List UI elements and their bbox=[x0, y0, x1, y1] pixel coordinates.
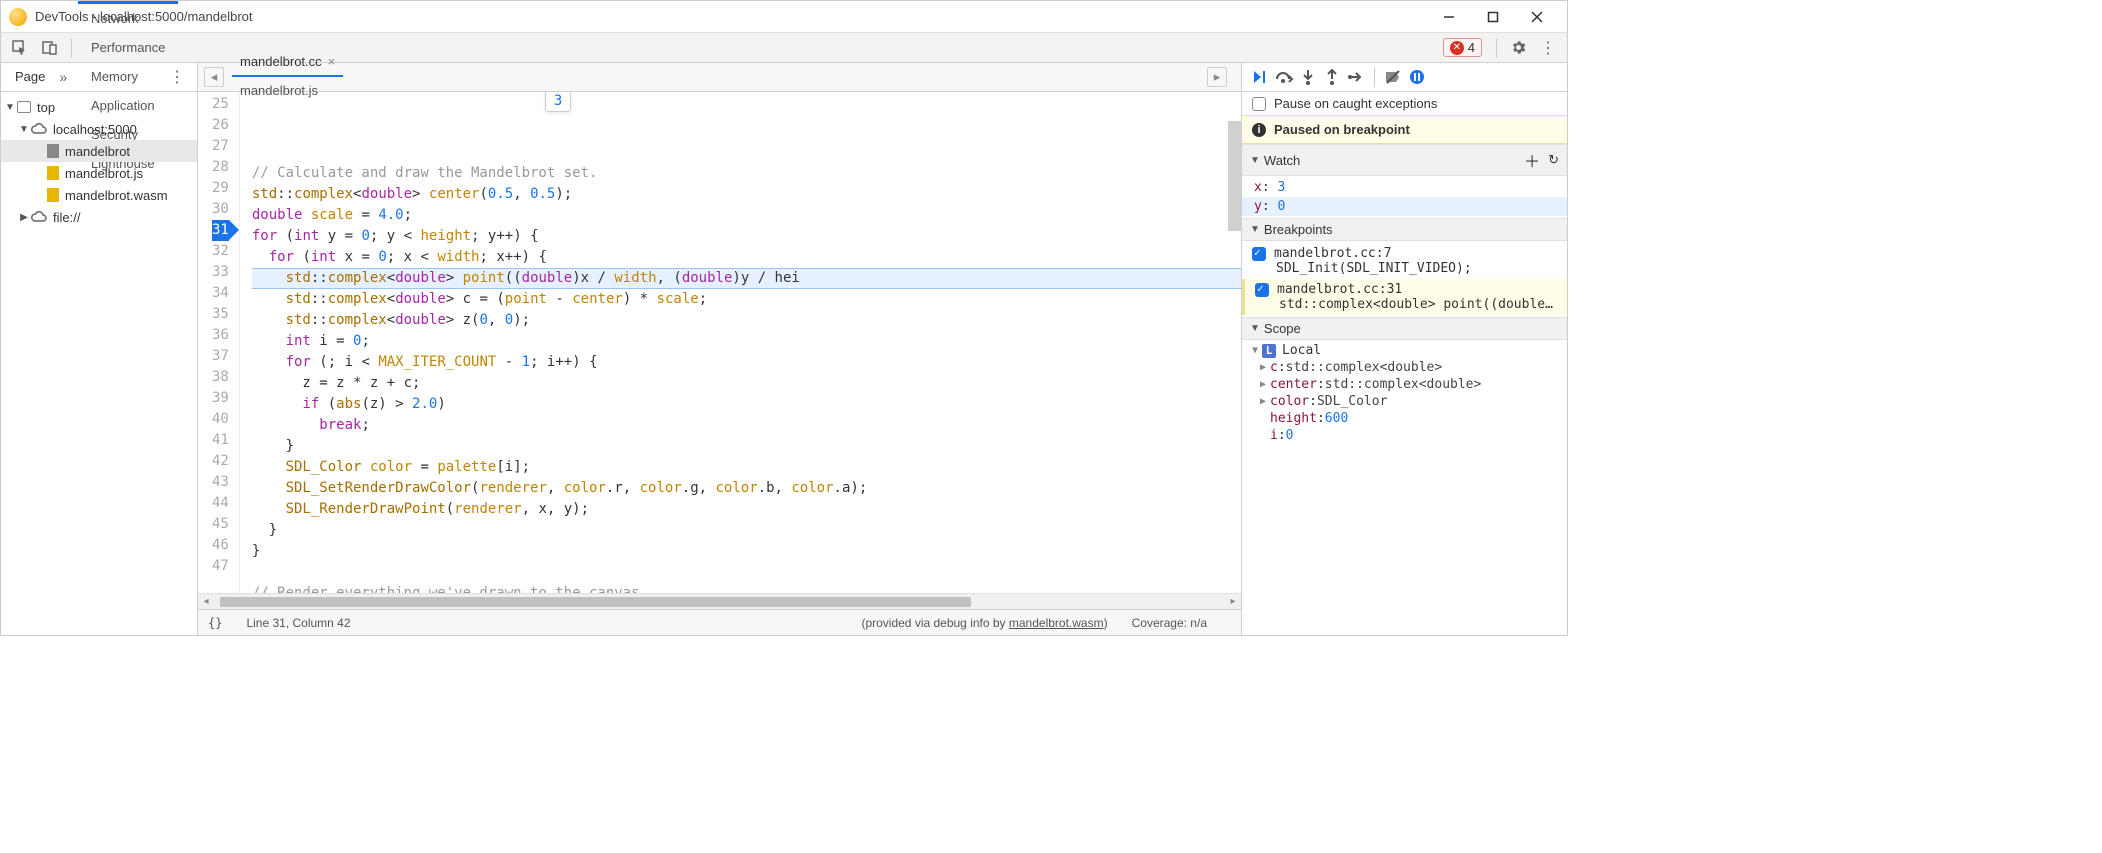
tree-host[interactable]: ▼localhost:5000 bbox=[1, 118, 197, 140]
debug-info-source: (provided via debug info by mandelbrot.w… bbox=[861, 616, 1107, 630]
more-menu-icon[interactable]: ⋮ bbox=[1535, 35, 1561, 61]
scope-var[interactable]: height: 600 bbox=[1242, 410, 1567, 427]
title-bar: DevTools - localhost:5000/mandelbrot bbox=[1, 1, 1567, 33]
breakpoint-item[interactable]: mandelbrot.cc:7SDL_Init(SDL_INIT_VIDEO); bbox=[1242, 243, 1567, 279]
divider bbox=[1496, 38, 1497, 58]
step-into-icon[interactable] bbox=[1296, 65, 1320, 89]
scope-var[interactable]: ▶center: std::complex<double> bbox=[1242, 376, 1567, 393]
pause-caught-option[interactable]: Pause on caught exceptions bbox=[1242, 92, 1567, 115]
nav-fwd-icon[interactable]: ▸ bbox=[1207, 67, 1227, 87]
navigator-tab-page[interactable]: Page bbox=[7, 63, 53, 91]
checkbox-icon[interactable] bbox=[1252, 97, 1266, 111]
error-badge[interactable]: ✕4 bbox=[1443, 38, 1482, 57]
checkbox-icon[interactable] bbox=[1255, 283, 1269, 297]
code-body[interactable]: 3 // Calculate and draw the Mandelbrot s… bbox=[240, 92, 1241, 593]
tree-file-mandelbrot-js[interactable]: mandelbrot.js bbox=[1, 162, 197, 184]
pretty-print-icon[interactable]: {} bbox=[208, 616, 222, 630]
maximize-button[interactable] bbox=[1471, 3, 1515, 31]
debugger-panel: Pause on caught exceptions i Paused on b… bbox=[1241, 63, 1567, 635]
divider bbox=[71, 38, 72, 58]
info-icon: i bbox=[1252, 123, 1266, 137]
line-gutter[interactable]: 2526272829303132333435363738394041424344… bbox=[198, 92, 240, 593]
checkbox-icon[interactable] bbox=[1252, 247, 1266, 261]
horizontal-scrollbar[interactable]: ◂▸ bbox=[198, 593, 1241, 609]
cursor-position: Line 31, Column 42 bbox=[246, 616, 350, 630]
scope-var[interactable]: ▶c: std::complex<double> bbox=[1242, 359, 1567, 376]
js-file-icon bbox=[47, 166, 59, 180]
minimize-button[interactable] bbox=[1427, 3, 1471, 31]
section-breakpoints[interactable]: ▼Breakpoints bbox=[1242, 218, 1567, 241]
refresh-watch-icon[interactable]: ↻ bbox=[1548, 152, 1559, 168]
file-tree: ▼top ▼localhost:5000 mandelbrot mandelbr… bbox=[1, 92, 197, 232]
debug-controls bbox=[1242, 63, 1567, 92]
cloud-icon bbox=[31, 211, 47, 223]
step-out-icon[interactable] bbox=[1320, 65, 1344, 89]
scope-var[interactable]: ▶color: SDL_Color bbox=[1242, 393, 1567, 410]
close-button[interactable] bbox=[1515, 3, 1559, 31]
paused-banner: i Paused on breakpoint bbox=[1242, 115, 1567, 144]
inspect-icon[interactable] bbox=[7, 35, 33, 61]
breakpoint-list: mandelbrot.cc:7SDL_Init(SDL_INIT_VIDEO);… bbox=[1242, 241, 1567, 317]
deactivate-breakpoints-icon[interactable] bbox=[1381, 65, 1405, 89]
settings-gear-icon[interactable] bbox=[1505, 35, 1531, 61]
navigator-tab-bar: Page » ⋮ bbox=[1, 63, 197, 92]
tab-network[interactable]: Network bbox=[78, 4, 178, 33]
code-editor[interactable]: 2526272829303132333435363738394041424344… bbox=[198, 92, 1241, 593]
step-over-icon[interactable] bbox=[1272, 65, 1296, 89]
editor-panel: ◂ mandelbrot.cc×mandelbrot.js ▸ 25262728… bbox=[198, 63, 1241, 635]
tree-file-mandelbrot-wasm[interactable]: mandelbrot.wasm bbox=[1, 184, 197, 206]
tree-file-proto[interactable]: ▶file:// bbox=[1, 206, 197, 228]
navigator-panel: Page » ⋮ ▼top ▼localhost:5000 mandelbrot… bbox=[1, 63, 198, 635]
window-title: DevTools - localhost:5000/mandelbrot bbox=[35, 9, 1427, 24]
wasm-file-icon bbox=[47, 188, 59, 202]
tree-root[interactable]: ▼top bbox=[1, 96, 197, 118]
pause-exceptions-icon[interactable] bbox=[1405, 65, 1429, 89]
step-icon[interactable] bbox=[1344, 65, 1368, 89]
tab-performance[interactable]: Performance bbox=[78, 33, 178, 62]
navigator-more-icon[interactable]: » bbox=[59, 69, 67, 85]
devtools-icon bbox=[9, 8, 27, 26]
close-tab-icon[interactable]: × bbox=[328, 49, 336, 75]
section-watch[interactable]: ▼Watch＋↻ bbox=[1242, 144, 1567, 176]
breakpoint-item[interactable]: mandelbrot.cc:31std::complex<double> poi… bbox=[1242, 279, 1567, 315]
tree-file-mandelbrot[interactable]: mandelbrot bbox=[1, 140, 197, 162]
navigator-menu-icon[interactable]: ⋮ bbox=[163, 67, 191, 87]
editor-tab-bar: ◂ mandelbrot.cc×mandelbrot.js ▸ bbox=[198, 63, 1241, 92]
debug-info-link[interactable]: mandelbrot.wasm bbox=[1009, 616, 1104, 630]
divider bbox=[1374, 67, 1375, 87]
resume-icon[interactable] bbox=[1248, 65, 1272, 89]
scope-var[interactable]: i: 0 bbox=[1242, 427, 1567, 444]
watch-item[interactable]: y: 0 bbox=[1242, 197, 1567, 216]
error-x-icon: ✕ bbox=[1450, 41, 1464, 55]
nav-back-icon[interactable]: ◂ bbox=[204, 67, 224, 87]
coverage-status: Coverage: n/a bbox=[1132, 616, 1207, 630]
folder-icon bbox=[17, 101, 31, 113]
scope-local[interactable]: ▼LLocal bbox=[1242, 342, 1567, 359]
file-icon bbox=[47, 144, 59, 158]
cloud-icon bbox=[31, 123, 47, 135]
watch-list: x: 3y: 0 bbox=[1242, 176, 1567, 218]
device-toggle-icon[interactable] bbox=[37, 35, 63, 61]
editor-status-bar: {} Line 31, Column 42 (provided via debu… bbox=[198, 609, 1241, 635]
vertical-scrollbar[interactable] bbox=[1228, 121, 1241, 231]
editor-tab-mandelbrot-cc[interactable]: mandelbrot.cc× bbox=[232, 49, 343, 77]
hover-value-tooltip: 3 bbox=[545, 92, 571, 112]
section-scope[interactable]: ▼Scope bbox=[1242, 317, 1567, 340]
error-count: 4 bbox=[1468, 40, 1475, 55]
scope-list: ▼LLocal▶c: std::complex<double>▶center: … bbox=[1242, 340, 1567, 446]
add-watch-icon[interactable]: ＋ bbox=[1524, 148, 1540, 172]
watch-item[interactable]: x: 3 bbox=[1242, 178, 1567, 197]
